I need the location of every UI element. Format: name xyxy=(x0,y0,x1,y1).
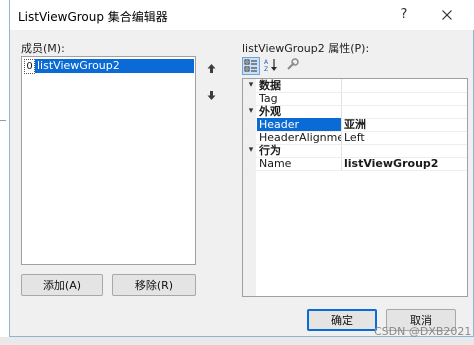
svg-text:A: A xyxy=(264,59,269,66)
background-window-edge xyxy=(0,0,9,345)
collection-editor-dialog: ListViewGroup 集合编辑器 ? 成员(M): 0 listViewG… xyxy=(9,0,474,337)
move-up-button[interactable] xyxy=(201,58,222,79)
property-row-header-alignment[interactable]: HeaderAlignment Left xyxy=(243,131,467,145)
category-label: 外观 xyxy=(259,105,281,118)
collapse-caret-icon[interactable]: ▾ xyxy=(246,105,256,118)
property-value[interactable]: 亚洲 xyxy=(344,118,366,131)
collapse-caret-icon[interactable]: ▾ xyxy=(246,79,256,92)
property-row-tag[interactable]: Tag xyxy=(243,92,467,106)
list-item-index: 0 xyxy=(24,59,35,74)
category-label: 数据 xyxy=(259,79,281,92)
property-name: HeaderAlignment xyxy=(259,131,341,144)
property-name: Tag xyxy=(259,92,278,105)
svg-text:Z: Z xyxy=(264,66,268,73)
property-row-name[interactable]: Name listViewGroup2 xyxy=(243,157,467,171)
category-row-behavior[interactable]: ▾ 行为 xyxy=(243,144,467,158)
list-item[interactable]: 0 listViewGroup2 xyxy=(23,59,194,74)
background-window-tick xyxy=(0,120,6,121)
window-title: ListViewGroup 集合编辑器 xyxy=(18,10,168,24)
property-name: Name xyxy=(259,157,292,170)
wrench-icon xyxy=(287,58,299,70)
property-value[interactable]: listViewGroup2 xyxy=(344,157,438,170)
remove-button[interactable]: 移除(R) xyxy=(112,274,196,296)
members-listbox[interactable]: 0 listViewGroup2 xyxy=(21,56,196,265)
background-strip xyxy=(0,337,474,345)
arrow-down-icon xyxy=(207,91,216,100)
property-pages-button[interactable] xyxy=(284,57,302,75)
property-grid[interactable]: ▾ 数据 Tag ▾ 外观 Header 亚洲 HeaderAlignment … xyxy=(242,78,468,297)
help-button[interactable]: ? xyxy=(395,6,413,24)
properties-label: listViewGroup2 属性(P): xyxy=(242,42,370,55)
categorized-button[interactable] xyxy=(242,57,260,75)
collapse-caret-icon[interactable]: ▾ xyxy=(246,144,256,157)
category-label: 行为 xyxy=(259,144,281,157)
ok-button[interactable]: 确定 xyxy=(307,309,377,331)
close-button[interactable] xyxy=(438,6,456,24)
category-row-data[interactable]: ▾ 数据 xyxy=(243,79,467,93)
move-down-button[interactable] xyxy=(201,85,222,106)
property-name: Header xyxy=(257,118,341,131)
property-toolbar: A Z xyxy=(242,57,302,77)
categorized-icon xyxy=(244,59,257,72)
property-row-header[interactable]: Header 亚洲 xyxy=(243,118,467,132)
alphabetical-button[interactable]: A Z xyxy=(263,57,281,75)
add-button[interactable]: 添加(A) xyxy=(21,274,103,296)
list-item-label: listViewGroup2 xyxy=(35,59,194,73)
members-label: 成员(M): xyxy=(21,42,65,55)
close-icon xyxy=(442,10,452,20)
watermark: CSDN @DXB2021 xyxy=(374,325,472,338)
title-bar[interactable]: ListViewGroup 集合编辑器 ? xyxy=(10,0,474,30)
alphabetical-icon: A Z xyxy=(264,59,277,73)
category-row-appearance[interactable]: ▾ 外观 xyxy=(243,105,467,119)
arrow-up-icon xyxy=(207,64,216,73)
property-value[interactable]: Left xyxy=(344,131,365,144)
